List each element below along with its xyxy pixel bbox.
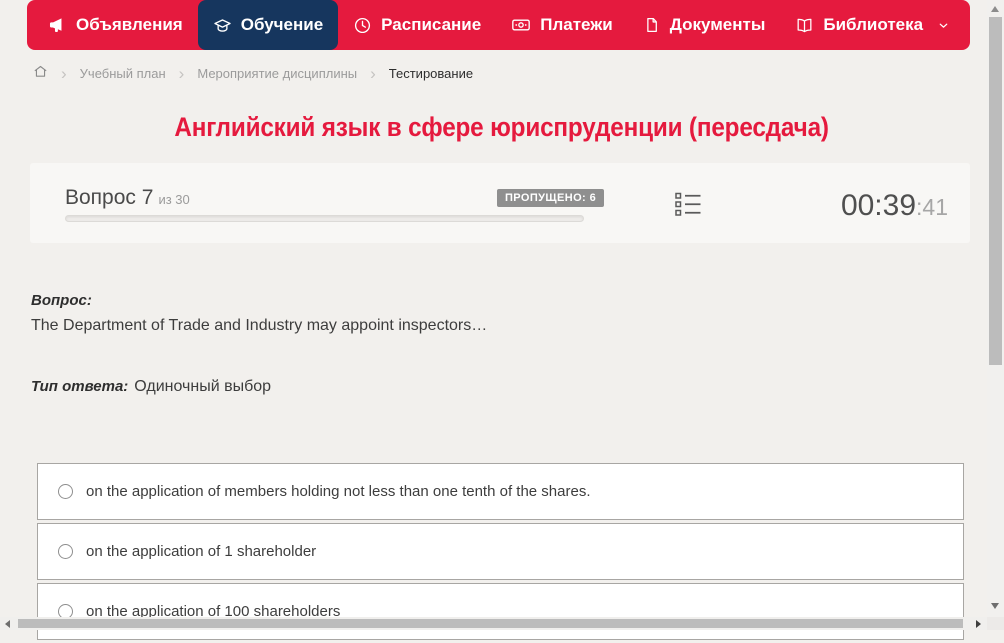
scroll-left-arrow[interactable]: [5, 620, 10, 628]
nav-item-library[interactable]: Библиотека: [780, 0, 965, 50]
answer-type-value: Одиночный выбор: [134, 378, 272, 395]
question-total-label: из 30: [158, 192, 190, 207]
main-navbar: Объявления Обучение Расписание Платежи Д…: [27, 0, 970, 50]
breadcrumb-separator: ›: [61, 63, 67, 83]
horizontal-scrollbar-thumb[interactable]: [18, 619, 963, 628]
breadcrumb-discipline-event[interactable]: Мероприятие дисциплины: [197, 66, 357, 81]
timer: 00:39:41: [841, 189, 948, 223]
graduation-cap-icon: [213, 16, 232, 35]
answer-type-label: Тип ответа:: [31, 378, 129, 395]
nav-item-payments[interactable]: Платежи: [496, 0, 628, 50]
clock-icon: [353, 16, 372, 35]
answer-option-text: on the application of 1 shareholder: [86, 543, 317, 560]
nav-item-label: Объявления: [76, 15, 183, 34]
skipped-badge: ПРОПУЩЕНО: 6: [497, 189, 605, 207]
book-icon: [795, 16, 814, 35]
breadcrumb-testing: Тестирование: [388, 65, 474, 81]
question-list-icon: [675, 192, 701, 222]
nav-item-label: Документы: [669, 15, 766, 34]
scrollbar-corner: [987, 617, 1004, 630]
answer-option-2[interactable]: on the application of 1 shareholder: [37, 523, 964, 580]
nav-item-announcements[interactable]: Объявления: [33, 0, 198, 50]
breadcrumb-separator: ›: [178, 63, 185, 83]
progress-bar: [65, 215, 584, 222]
answer-option-text: on the application of members holding no…: [86, 483, 591, 500]
vertical-scrollbar-thumb[interactable]: [989, 17, 1002, 365]
answer-type-row: Тип ответа: Одиночный выбор: [31, 378, 271, 396]
scroll-down-arrow[interactable]: [991, 603, 999, 609]
nav-item-learning[interactable]: Обучение: [197, 0, 339, 50]
document-icon: [643, 16, 661, 34]
scroll-right-arrow[interactable]: [976, 620, 981, 628]
question-list-button[interactable]: [675, 191, 701, 218]
horizontal-scrollbar[interactable]: [0, 617, 987, 630]
home-icon: [33, 64, 48, 82]
timer-minutes: 00:39: [840, 189, 917, 222]
banknote-icon: [511, 15, 531, 35]
question-number: Вопрос 7 из 30: [65, 186, 190, 210]
timer-seconds: :41: [916, 194, 948, 220]
question-status-card: Вопрос 7 из 30 ПРОПУЩЕНО: 6 00:39:41: [30, 163, 970, 243]
nav-item-schedule[interactable]: Расписание: [338, 0, 496, 50]
breadcrumb: › Учебный план › Мероприятие дисциплины …: [33, 60, 473, 86]
nav-item-label: Расписание: [381, 15, 482, 34]
radio-button[interactable]: [58, 484, 73, 499]
breadcrumb-study-plan[interactable]: Учебный план: [80, 66, 166, 81]
answer-option-1[interactable]: on the application of members holding no…: [37, 463, 964, 520]
question-number-label: Вопрос 7: [65, 186, 154, 209]
page-title: Английский язык в сфере юриспруденции (п…: [174, 112, 830, 142]
nav-item-label: Обучение: [240, 15, 324, 34]
nav-item-label: Библиотека: [823, 15, 924, 34]
breadcrumb-separator: ›: [370, 63, 376, 83]
answer-options: on the application of members holding no…: [37, 463, 964, 643]
breadcrumb-home[interactable]: [33, 64, 48, 82]
answer-option-3[interactable]: on the application of 100 shareholders: [37, 583, 964, 640]
nav-item-documents[interactable]: Документы: [628, 0, 781, 50]
radio-button[interactable]: [58, 544, 73, 559]
question-label: Вопрос:: [31, 292, 92, 309]
megaphone-icon: [48, 16, 67, 35]
question-text: The Department of Trade and Industry may…: [31, 317, 488, 334]
page-title-row: Английский язык в сфере юриспруденции (п…: [0, 112, 1004, 143]
nav-item-label: Платежи: [540, 15, 613, 34]
chevron-down-icon: [937, 19, 950, 32]
vertical-scrollbar[interactable]: [987, 0, 1004, 617]
scroll-up-arrow[interactable]: [991, 6, 999, 12]
